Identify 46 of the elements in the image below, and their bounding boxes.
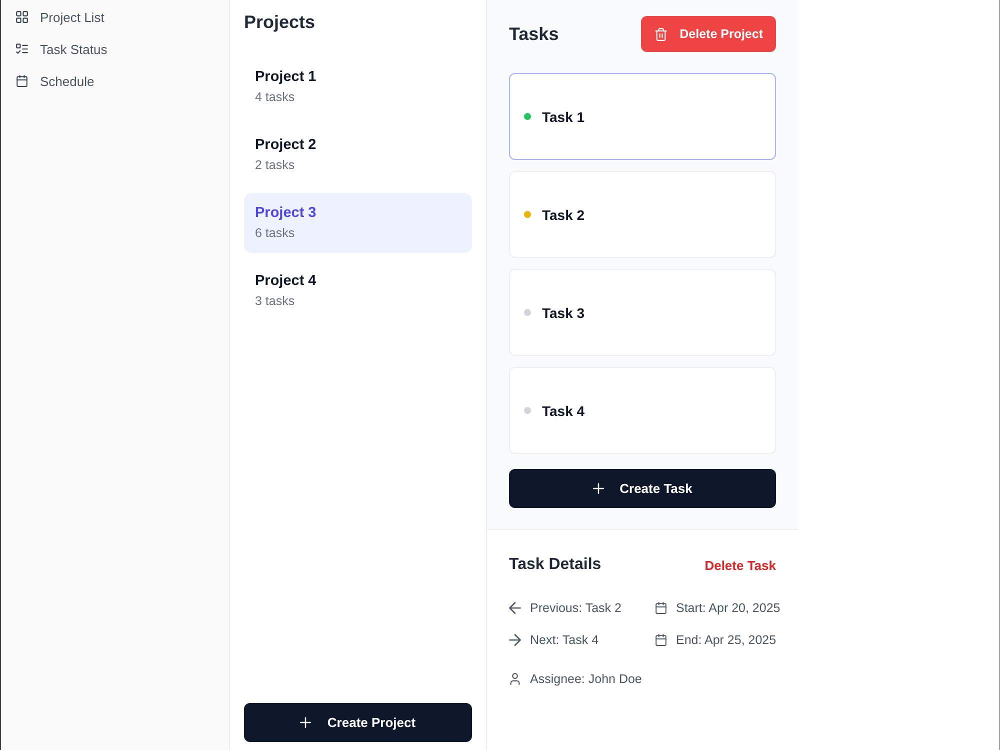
task-count: 4 tasks <box>255 89 296 106</box>
task-name: Task 2 <box>542 206 585 222</box>
task-details-heading: Task Details <box>509 555 602 575</box>
next-task-text: Next: Task 4 <box>530 633 599 647</box>
start-date-text: Start: Apr 20, 2025 <box>676 601 780 615</box>
create-project-button[interactable]: Create Project <box>244 703 472 742</box>
project-name: Project 4 <box>255 272 318 290</box>
task-count: 6 tasks <box>255 225 296 242</box>
project-item[interactable]: Project 4 3 tasks <box>244 261 472 321</box>
plus-icon <box>592 483 604 494</box>
arrow-left-icon <box>509 602 521 614</box>
assignee-text: Assignee: John Doe <box>530 672 642 686</box>
project-name: Project 1 <box>255 68 318 86</box>
project-name: Project 3 <box>255 204 318 222</box>
projects-heading: Projects <box>244 11 316 34</box>
arrow-right-icon <box>509 634 521 646</box>
trash-icon <box>654 28 667 40</box>
end-date-text: End: Apr 25, 2025 <box>676 633 776 647</box>
task-count: 3 tasks <box>255 293 296 310</box>
tasks-heading: Tasks <box>509 23 559 46</box>
create-task-button[interactable]: Create Task <box>509 469 776 508</box>
task-card[interactable]: Task 1 <box>509 73 776 160</box>
plus-icon <box>300 717 312 728</box>
project-item[interactable]: Project 2 2 tasks <box>244 125 472 185</box>
calendar-icon <box>16 75 28 87</box>
grid-icon <box>16 11 28 23</box>
calendar-icon <box>655 602 667 614</box>
delete-project-button[interactable]: Delete Project <box>640 16 776 52</box>
project-item[interactable]: Project 1 4 tasks <box>244 57 472 117</box>
checklist-icon <box>16 43 28 55</box>
task-name: Task 4 <box>542 402 585 418</box>
user-icon <box>509 673 521 685</box>
task-card[interactable]: Task 3 <box>509 269 776 356</box>
sidebar-item[interactable]: Task Status <box>1 39 229 59</box>
project-item[interactable]: Project 3 6 tasks <box>244 193 472 253</box>
task-card[interactable]: Task 4 <box>509 367 776 454</box>
task-name: Task 3 <box>542 304 585 320</box>
sidebar-item[interactable]: Schedule <box>1 71 229 91</box>
task-card[interactable]: Task 2 <box>509 171 776 258</box>
sidebar-item[interactable]: Project List <box>1 7 229 27</box>
task-count: 2 tasks <box>255 157 296 174</box>
previous-task-text: Previous: Task 2 <box>530 601 622 615</box>
project-name: Project 2 <box>255 136 318 154</box>
delete-task-link[interactable]: Delete Task <box>704 558 776 572</box>
task-name: Task 1 <box>542 108 585 124</box>
calendar-icon <box>655 634 667 646</box>
